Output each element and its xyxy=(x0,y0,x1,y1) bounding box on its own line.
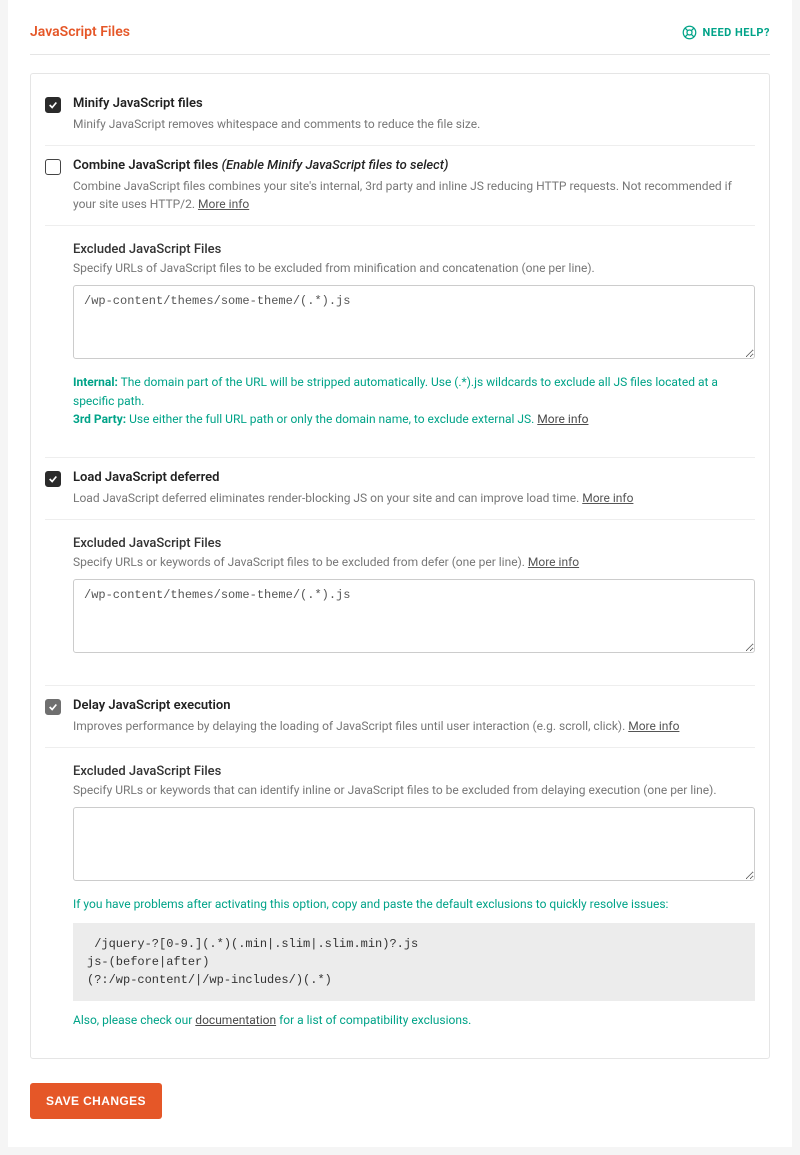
documentation-link[interactable]: documentation xyxy=(195,1013,276,1027)
excluded1-more-link[interactable]: More info xyxy=(537,412,588,426)
minify-field: Minify JavaScript files Minify JavaScrip… xyxy=(45,84,755,145)
need-help-link[interactable]: NEED HELP? xyxy=(682,25,771,40)
minify-checkbox[interactable] xyxy=(45,97,61,113)
delay-title: Delay JavaScript execution xyxy=(73,698,755,713)
need-help-label: NEED HELP? xyxy=(703,26,771,39)
excluded2-desc: Specify URLs or keywords of JavaScript f… xyxy=(73,555,755,569)
combine-title: Combine JavaScript files (Enable Minify … xyxy=(73,158,755,173)
minify-desc: Minify JavaScript removes whitespace and… xyxy=(73,115,755,133)
excluded2-more-link[interactable]: More info xyxy=(528,555,579,569)
delay-more-link[interactable]: More info xyxy=(628,719,679,733)
defer-checkbox[interactable] xyxy=(45,471,61,487)
excluded1-textarea[interactable] xyxy=(73,285,755,359)
combine-desc: Combine JavaScript files combines your s… xyxy=(73,177,755,213)
minify-title: Minify JavaScript files xyxy=(73,96,755,111)
excluded2-textarea[interactable] xyxy=(73,579,755,653)
combine-field: Combine JavaScript files (Enable Minify … xyxy=(45,145,755,225)
combine-more-link[interactable]: More info xyxy=(198,197,249,211)
delay-desc: Improves performance by delaying the loa… xyxy=(73,717,755,735)
defer-desc: Load JavaScript deferred eliminates rend… xyxy=(73,489,755,507)
excluded3-title: Excluded JavaScript Files xyxy=(73,764,755,779)
excluded1-title: Excluded JavaScript Files xyxy=(73,242,755,257)
excluded-minify-section: Excluded JavaScript Files Specify URLs o… xyxy=(45,225,755,439)
defer-field: Load JavaScript deferred Load JavaScript… xyxy=(45,457,755,519)
delay-field: Delay JavaScript execution Improves perf… xyxy=(45,685,755,747)
excluded3-also-hint: Also, please check our documentation for… xyxy=(73,1011,755,1030)
excluded3-problems-hint: If you have problems after activating th… xyxy=(73,895,755,914)
excluded3-desc: Specify URLs or keywords that can identi… xyxy=(73,783,755,797)
default-exclusions-code: /jquery-?[0-9.](.*)(.min|.slim|.slim.min… xyxy=(73,923,755,1001)
excluded1-desc: Specify URLs of JavaScript files to be e… xyxy=(73,261,755,275)
defer-title: Load JavaScript deferred xyxy=(73,470,755,485)
excluded1-hint: Internal: The domain part of the URL wil… xyxy=(73,373,755,429)
settings-outer: JavaScript Files NEED HELP? xyxy=(8,0,792,1147)
save-changes-button[interactable]: SAVE CHANGES xyxy=(30,1083,162,1119)
excluded-defer-section: Excluded JavaScript Files Specify URLs o… xyxy=(45,519,755,667)
help-icon xyxy=(682,25,697,40)
excluded3-textarea[interactable] xyxy=(73,807,755,881)
settings-panel: Minify JavaScript files Minify JavaScrip… xyxy=(30,73,770,1059)
header-row: JavaScript Files NEED HELP? xyxy=(30,24,770,55)
excluded2-title: Excluded JavaScript Files xyxy=(73,536,755,551)
combine-checkbox[interactable] xyxy=(45,159,61,175)
delay-checkbox[interactable] xyxy=(45,699,61,715)
excluded-delay-section: Excluded JavaScript Files Specify URLs o… xyxy=(45,747,755,1040)
defer-more-link[interactable]: More info xyxy=(582,491,633,505)
section-title: JavaScript Files xyxy=(30,24,130,40)
